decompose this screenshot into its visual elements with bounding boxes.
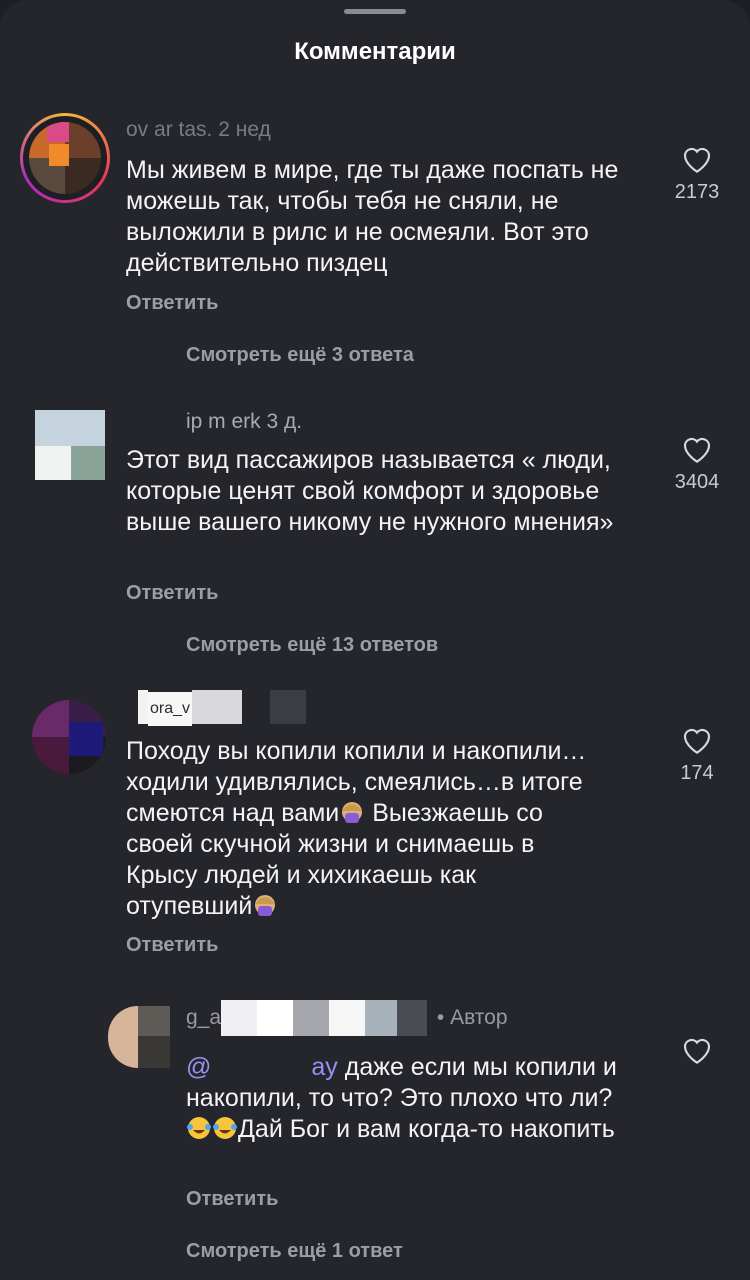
laughing-tears-emoji xyxy=(212,1115,238,1141)
comment-text: @ ay даже если мы копили и накопили, то ч… xyxy=(186,1053,617,1143)
username-fragment: ora_v xyxy=(148,691,193,726)
view-more-replies[interactable]: Смотреть ещё 1 ответ xyxy=(186,1240,403,1263)
heart-outline-icon xyxy=(683,728,711,754)
heart-outline-icon xyxy=(683,437,711,463)
avatar[interactable] xyxy=(108,1006,170,1068)
mention-link[interactable]: @ ay xyxy=(186,1053,338,1081)
avatar[interactable] xyxy=(23,116,107,200)
author-badge: • Автор xyxy=(436,1006,508,1029)
view-more-replies[interactable]: Смотреть ещё 13 ответов xyxy=(186,634,438,657)
heart-outline-icon xyxy=(683,147,711,173)
reply-button[interactable]: Ответить xyxy=(126,934,218,957)
avatar[interactable] xyxy=(20,400,106,486)
like-count: 2173 xyxy=(674,181,720,203)
like-button[interactable]: 174 xyxy=(662,726,732,785)
reply-button[interactable]: Ответить xyxy=(186,1188,278,1211)
comment-text: Походу вы копили копили и накопили… ходи… xyxy=(126,737,587,920)
like-button[interactable]: 2173 xyxy=(662,145,732,204)
like-count: 174 xyxy=(680,762,714,784)
reply-button[interactable]: Ответить xyxy=(126,292,218,315)
view-more-replies[interactable]: Смотреть ещё 3 ответа xyxy=(186,344,414,367)
comments-sheet: Комментарии ov ar tas. 2 нед Мы живем в … xyxy=(0,0,750,1280)
comment-username[interactable]: ora_v д xyxy=(138,690,307,726)
facepalm-emoji xyxy=(339,799,365,825)
like-button[interactable]: 3404 xyxy=(662,435,732,494)
facepalm-emoji xyxy=(252,892,278,918)
like-button[interactable] xyxy=(662,1036,732,1072)
heart-outline-icon xyxy=(683,1038,711,1064)
comment-username[interactable]: ov ar tas. 2 нед xyxy=(126,118,271,142)
avatar[interactable] xyxy=(32,700,106,774)
comment-text: Мы живем в мире, где ты даже поспать не … xyxy=(126,156,619,277)
comment-text: Этот вид пассажиров называется « люди, к… xyxy=(126,446,614,536)
laughing-tears-emoji xyxy=(186,1115,212,1141)
comment-username[interactable]: ip m erk 3 д. xyxy=(186,410,302,434)
sheet-title: Комментарии xyxy=(294,38,456,65)
username-fragment: g_a xyxy=(186,1006,222,1029)
reply-button[interactable]: Ответить xyxy=(126,582,218,605)
like-count: 3404 xyxy=(674,471,720,493)
comment-username[interactable]: g_a • Автор xyxy=(186,1000,508,1037)
drag-handle[interactable] xyxy=(344,9,406,14)
